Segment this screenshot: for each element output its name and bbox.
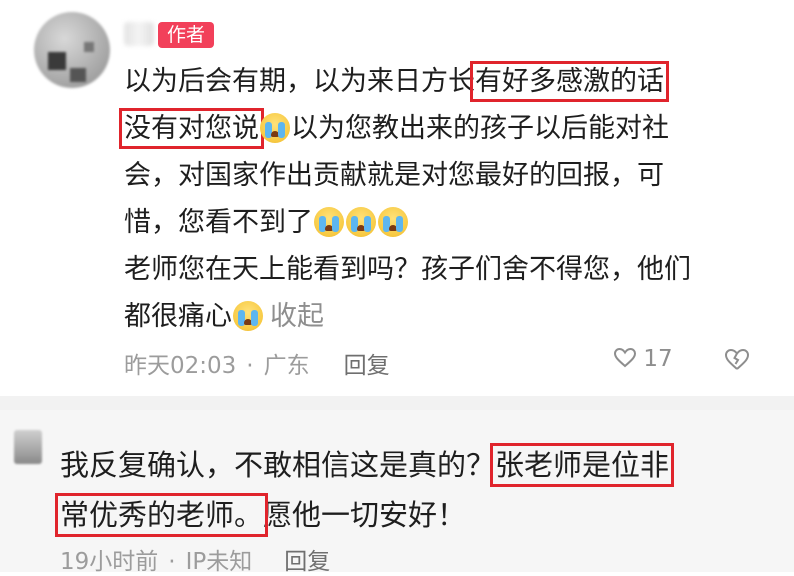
reply-button[interactable]: 回复 <box>344 346 390 380</box>
comment-line: 以为后会有期，以为来日方长有好多感激的话 <box>124 58 764 105</box>
crying-face-emoji-icon <box>260 113 290 143</box>
comment-line: 会，对国家作出贡献就是对您最好的回报，可 <box>124 160 664 191</box>
highlighted-text: 张老师是位非 <box>490 443 675 487</box>
username-blurred[interactable] <box>124 22 154 46</box>
card-divider <box>0 396 794 410</box>
user-avatar[interactable] <box>34 12 110 88</box>
ip-location: IP未知 <box>185 549 253 575</box>
crying-face-emoji-icon <box>346 207 376 237</box>
comment-text: 我反复确认，不敢相信这是真的？张老师是位非 常优秀的老师。愿他一切安好！ <box>54 440 780 540</box>
heart-outline-icon <box>614 348 636 368</box>
text-segment: 愿他一切安好！ <box>263 498 467 532</box>
comment-line: 没有对您说 以为您教出来的孩子以后能对社 <box>119 105 764 152</box>
timestamp: 19小时前 <box>60 549 159 575</box>
crying-face-emoji-icon <box>233 301 263 331</box>
crying-face-emoji-icon <box>314 207 344 237</box>
author-badge: 作者 <box>158 22 214 48</box>
text-segment: 以为后会有期，以为来日方长 <box>124 66 475 97</box>
broken-heart-outline-icon <box>724 349 750 371</box>
timestamp: 昨天02:03 <box>124 353 237 379</box>
collapse-link[interactable]: 收起 <box>270 301 324 332</box>
highlighted-text: 有好多感激的话 <box>470 61 669 102</box>
location: 广东 <box>263 353 310 379</box>
text-segment: 都很痛心 <box>124 301 232 332</box>
crying-face-emoji-icon <box>378 207 408 237</box>
comment-meta: 19小时前 · IP未知 回复 <box>60 542 330 576</box>
highlighted-text: 常优秀的老师。 <box>54 493 269 537</box>
comment-line: 都很痛心 收起 <box>124 293 764 340</box>
text-segment: 以为您教出来的孩子以后能对社 <box>291 113 669 144</box>
comment-text: 以为后会有期，以为来日方长有好多感激的话 没有对您说 以为您教出来的孩子以后能对社… <box>119 58 764 340</box>
user-avatar[interactable] <box>14 430 42 464</box>
comment-line: 我反复确认，不敢相信这是真的？张老师是位非 <box>60 440 780 490</box>
like-button[interactable]: 17 <box>614 346 673 372</box>
comment-line: 惜，您看不到了 <box>124 199 764 246</box>
comment-line: 老师您在天上能看到吗？孩子们舍不得您，他们 <box>124 254 691 285</box>
separator-dot: · <box>168 549 176 575</box>
comment-card: 我反复确认，不敢相信这是真的？张老师是位非 常优秀的老师。愿他一切安好！ 19小… <box>0 410 794 575</box>
like-count: 17 <box>643 346 673 372</box>
comment-meta: 昨天02:03 · 广东 回复 <box>124 346 390 380</box>
separator-dot: · <box>246 353 254 379</box>
comment-card-author: 作者 以为后会有期，以为来日方长有好多感激的话 没有对您说 以为您教出来的孩子以后… <box>0 0 794 396</box>
text-segment: 我反复确认，不敢相信这是真的？ <box>60 448 496 482</box>
reply-button[interactable]: 回复 <box>284 549 330 575</box>
comment-line: 常优秀的老师。愿他一切安好！ <box>54 490 780 540</box>
dislike-button[interactable] <box>724 349 750 371</box>
text-segment: 惜，您看不到了 <box>124 207 313 238</box>
highlighted-text: 没有对您说 <box>119 108 264 149</box>
